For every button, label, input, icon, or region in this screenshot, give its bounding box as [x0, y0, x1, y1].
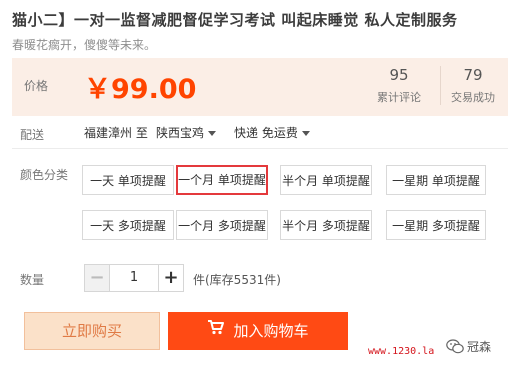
- review-count-label: 累计评论: [377, 91, 421, 104]
- shipping-method: 快递 免运费: [234, 126, 298, 140]
- shopping-cart-icon: [207, 311, 225, 349]
- quantity-input[interactable]: 1: [110, 264, 158, 292]
- review-count: 95: [389, 66, 409, 84]
- shipping-label: 配送: [20, 128, 45, 142]
- variant-option-selected[interactable]: 一个月 单项提醒: [176, 165, 268, 195]
- wechat-account-badge: 冠森: [446, 338, 491, 357]
- product-subtitle: 春暖花瘸开，傻傻等未来。: [12, 38, 157, 52]
- shipping-destination: 陕西宝鸡: [156, 126, 205, 140]
- sales-count-stat: 79 交易成功: [440, 66, 505, 105]
- add-to-cart-button[interactable]: 加入购物车: [168, 312, 348, 350]
- site-watermark: www.1230.la: [368, 346, 435, 357]
- variant-option[interactable]: 半个月 单项提醒: [280, 165, 372, 195]
- variant-option[interactable]: 半个月 多项提醒: [280, 210, 372, 240]
- variant-label: 颜色分类: [20, 168, 69, 182]
- shipping-method-select[interactable]: 快递 免运费: [234, 124, 310, 141]
- review-count-stat[interactable]: 95 累计评论: [367, 66, 431, 105]
- quantity-label: 数量: [20, 273, 45, 287]
- shipping-destination-select[interactable]: 陕西宝鸡: [156, 124, 217, 141]
- quantity-increment-button[interactable]: +: [158, 264, 184, 292]
- sales-count: 79: [463, 66, 483, 84]
- divider: [12, 148, 508, 149]
- variant-option[interactable]: 一个月 多项提醒: [176, 210, 268, 240]
- price-label: 价格: [24, 79, 49, 93]
- variant-option[interactable]: 一星期 单项提醒: [386, 165, 486, 195]
- shipping-origin: 福建漳州 至: [84, 126, 148, 140]
- variant-option[interactable]: 一天 多项提醒: [82, 210, 174, 240]
- price-panel: 价格 ￥99.00 95 累计评论 79 交易成功: [12, 58, 508, 116]
- chevron-down-icon: [208, 131, 217, 136]
- quantity-decrement-button[interactable]: −: [84, 264, 110, 292]
- price-value: ￥99.00: [84, 74, 197, 105]
- wechat-account-name: 冠森: [467, 340, 492, 354]
- wechat-icon: [446, 338, 464, 357]
- stock-info: 件(库存5531件): [193, 273, 281, 287]
- sales-count-label: 交易成功: [451, 91, 495, 104]
- add-to-cart-label: 加入购物车: [233, 322, 309, 340]
- variant-option[interactable]: 一天 单项提醒: [82, 165, 174, 195]
- variant-option[interactable]: 一星期 多项提醒: [386, 210, 486, 240]
- chevron-down-icon: [301, 131, 310, 136]
- product-title: 猫小二】一对一监督减肥督促学习考试 叫起床睡觉 私人定制服务: [12, 11, 458, 29]
- buy-now-button[interactable]: 立即购买: [24, 312, 160, 350]
